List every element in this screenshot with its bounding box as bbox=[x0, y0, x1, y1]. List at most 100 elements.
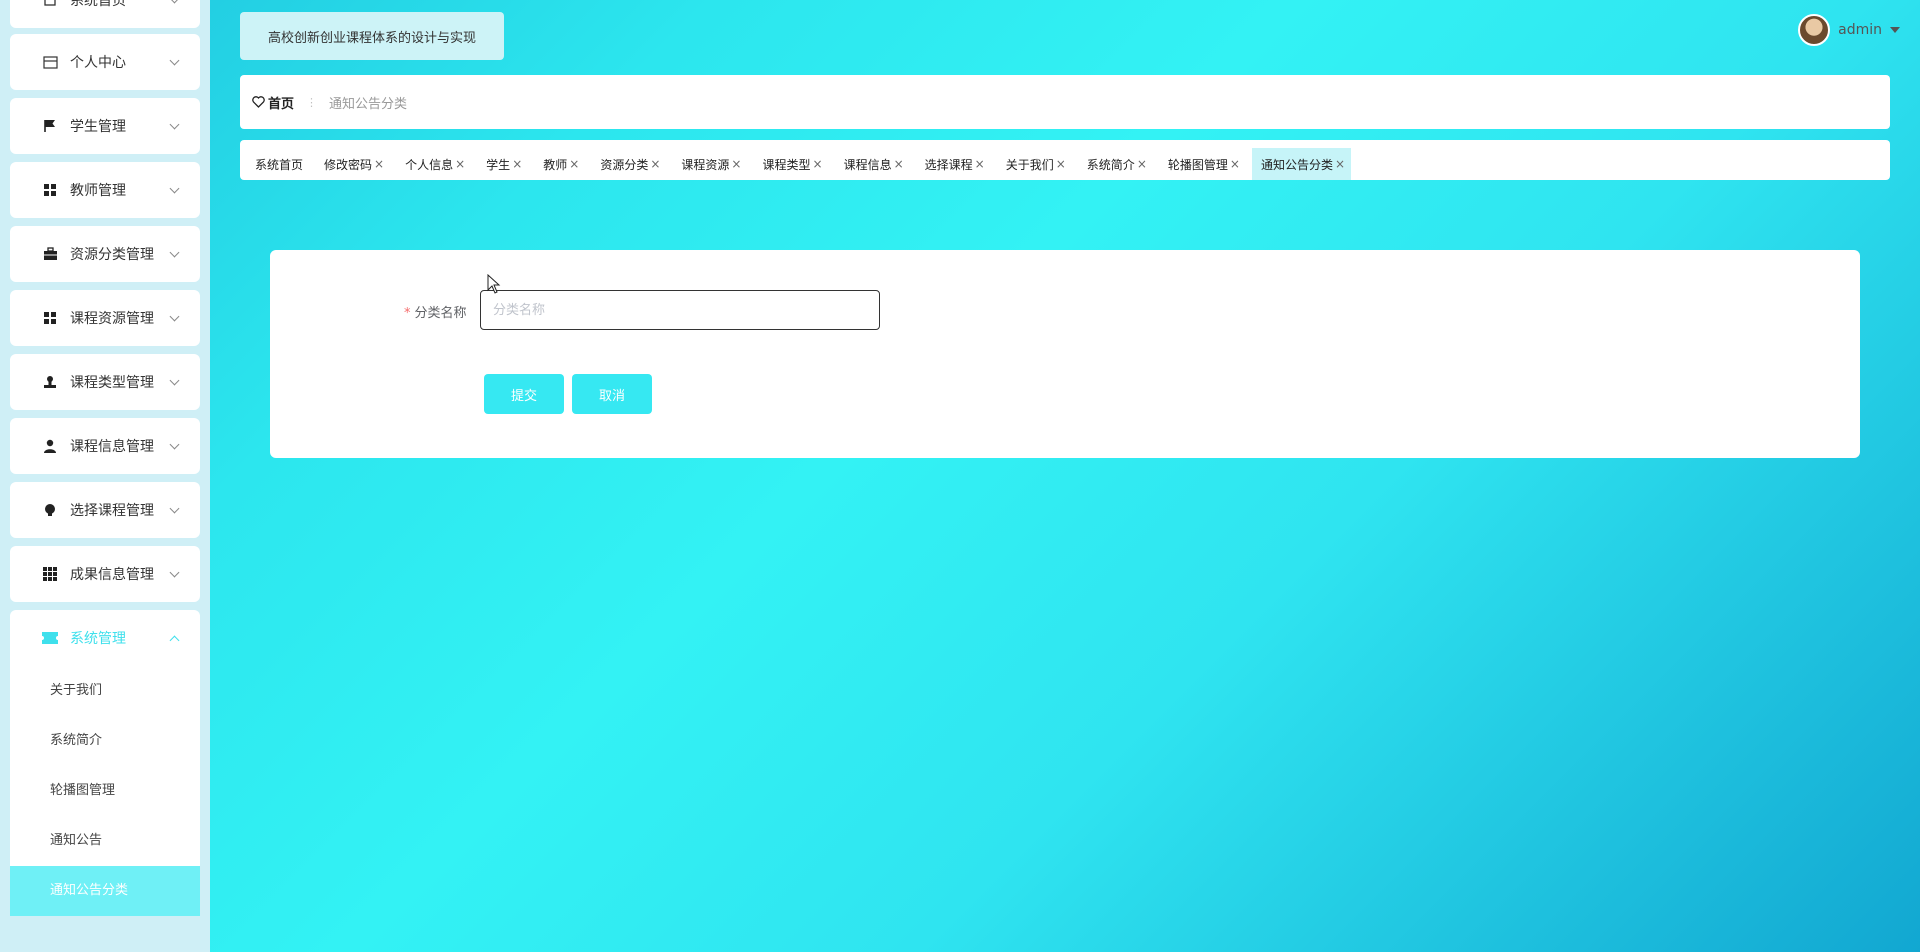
close-icon[interactable]: × bbox=[1335, 157, 1345, 171]
breadcrumb-separator: ⋮ bbox=[306, 95, 318, 109]
cancel-button[interactable]: 取消 bbox=[572, 374, 652, 414]
close-icon[interactable]: × bbox=[455, 157, 465, 171]
close-icon[interactable]: × bbox=[1137, 157, 1147, 171]
chevron-down-icon bbox=[169, 247, 180, 258]
tag-label[interactable]: 关于我们 bbox=[1006, 156, 1054, 173]
mouse-cursor-icon bbox=[487, 274, 501, 294]
tag-select-course[interactable]: 选择课程 × bbox=[916, 148, 991, 180]
tag-notice-category[interactable]: 通知公告分类 × bbox=[1251, 148, 1352, 180]
submenu-item-notice[interactable]: 通知公告 bbox=[10, 816, 200, 866]
form-card: *分类名称 提交 取消 bbox=[270, 250, 1860, 458]
sidebar-item-students[interactable]: 学生管理 bbox=[10, 98, 200, 154]
system-submenu: 关于我们 系统简介 轮播图管理 通知公告 通知公告分类 bbox=[10, 666, 200, 916]
chevron-down-icon bbox=[169, 55, 180, 66]
breadcrumb: 首页 ⋮ 通知公告分类 bbox=[240, 75, 1890, 129]
close-icon[interactable]: × bbox=[813, 157, 823, 171]
sidebar-item-label: 学生管理 bbox=[70, 119, 126, 135]
tag-label[interactable]: 学生 bbox=[486, 156, 510, 173]
close-icon[interactable]: × bbox=[374, 157, 384, 171]
sidebar-item-label: 系统管理 bbox=[70, 631, 126, 647]
tag-label[interactable]: 系统简介 bbox=[1087, 156, 1135, 173]
sidebar-item-course-resources[interactable]: 课程资源管理 bbox=[10, 290, 200, 346]
chevron-up-icon bbox=[169, 635, 180, 646]
sidebar-item-personal-center[interactable]: 个人中心 bbox=[10, 34, 200, 90]
tag-label[interactable]: 轮播图管理 bbox=[1168, 156, 1228, 173]
sidebar-item-course-types[interactable]: 课程类型管理 bbox=[10, 354, 200, 410]
chevron-down-icon bbox=[169, 311, 180, 322]
tag-label[interactable]: 个人信息 bbox=[405, 156, 453, 173]
tag-personal-info[interactable]: 个人信息 × bbox=[396, 148, 471, 180]
sidebar-item-label: 课程资源管理 bbox=[70, 311, 154, 327]
sidebar-item-course-selection[interactable]: 选择课程管理 bbox=[10, 482, 200, 538]
sidebar: 系统首页 个人中心 学生管理 教师管理 资源分类管理 课程资源管理 课程类型管理… bbox=[0, 0, 210, 952]
breadcrumb-home-label[interactable]: 首页 bbox=[268, 93, 294, 112]
chevron-down-icon bbox=[169, 0, 180, 4]
close-icon[interactable]: × bbox=[569, 157, 579, 171]
close-icon[interactable]: × bbox=[731, 157, 741, 171]
sidebar-item-achievements[interactable]: 成果信息管理 bbox=[10, 546, 200, 602]
avatar[interactable] bbox=[1798, 14, 1831, 46]
chevron-down-icon bbox=[169, 439, 180, 450]
category-name-label: * 分类名称 bbox=[404, 302, 467, 321]
sidebar-item-resource-category[interactable]: 资源分类管理 bbox=[10, 226, 200, 282]
tag-label[interactable]: 资源分类 bbox=[600, 156, 648, 173]
tag-label[interactable]: 教师 bbox=[543, 156, 567, 173]
sidebar-item-home[interactable]: 系统首页 bbox=[10, 0, 200, 28]
tag-label[interactable]: 选择课程 bbox=[925, 156, 973, 173]
heart-icon bbox=[252, 96, 265, 108]
submenu-item-about-us[interactable]: 关于我们 bbox=[10, 666, 200, 716]
tag-system-intro[interactable]: 系统简介 × bbox=[1078, 148, 1153, 180]
submenu-item-system-intro[interactable]: 系统简介 bbox=[10, 716, 200, 766]
tag-label[interactable]: 课程资源 bbox=[681, 156, 729, 173]
sidebar-item-teachers[interactable]: 教师管理 bbox=[10, 162, 200, 218]
sidebar-item-label: 课程信息管理 bbox=[70, 439, 154, 455]
chevron-down-icon bbox=[169, 503, 180, 514]
category-name-input[interactable] bbox=[480, 290, 880, 330]
submenu-item-notice-category[interactable]: 通知公告分类 bbox=[10, 866, 200, 916]
close-icon[interactable]: × bbox=[1056, 157, 1066, 171]
chevron-down-icon bbox=[169, 375, 180, 386]
tag-label[interactable]: 修改密码 bbox=[324, 156, 372, 173]
tag-about-us[interactable]: 关于我们 × bbox=[997, 148, 1072, 180]
tag-course-resource[interactable]: 课程资源 × bbox=[672, 148, 747, 180]
sidebar-item-label: 系统首页 bbox=[70, 0, 126, 9]
close-icon[interactable]: × bbox=[975, 157, 985, 171]
submenu-item-carousel[interactable]: 轮播图管理 bbox=[10, 766, 200, 816]
apps-icon bbox=[42, 566, 58, 582]
app-title: 高校创新创业课程体系的设计与实现 bbox=[240, 12, 504, 60]
close-icon[interactable]: × bbox=[512, 157, 522, 171]
username[interactable]: admin bbox=[1838, 22, 1882, 38]
close-icon[interactable]: × bbox=[894, 157, 904, 171]
breadcrumb-home[interactable]: 首页 bbox=[252, 93, 294, 112]
chevron-down-icon bbox=[169, 567, 180, 578]
category-name-label-text: 分类名称 bbox=[414, 306, 467, 321]
sidebar-item-label: 个人中心 bbox=[70, 55, 126, 71]
grid-icon bbox=[42, 182, 58, 198]
sidebar-item-label: 选择课程管理 bbox=[70, 503, 154, 519]
tag-label[interactable]: 课程信息 bbox=[844, 156, 892, 173]
chevron-down-icon bbox=[169, 183, 180, 194]
tag-resource-category[interactable]: 资源分类 × bbox=[591, 148, 666, 180]
submit-button[interactable]: 提交 bbox=[484, 374, 564, 414]
tag-label[interactable]: 课程类型 bbox=[762, 156, 810, 173]
user-icon bbox=[42, 438, 58, 454]
tags-bar: 系统首页 修改密码 × 个人信息 × 学生 × 教师 × 资源分类 × 课程资源 × 课程类… bbox=[240, 140, 1890, 180]
close-icon[interactable]: × bbox=[1230, 157, 1240, 171]
stamp-icon bbox=[42, 374, 58, 390]
tag-student[interactable]: 学生 × bbox=[477, 148, 528, 180]
tag-course-type[interactable]: 课程类型 × bbox=[753, 148, 828, 180]
sidebar-item-label: 成果信息管理 bbox=[70, 567, 154, 583]
tag-label[interactable]: 系统首页 bbox=[255, 156, 303, 173]
tag-change-password[interactable]: 修改密码 × bbox=[315, 148, 390, 180]
sidebar-item-course-info[interactable]: 课程信息管理 bbox=[10, 418, 200, 474]
tag-carousel[interactable]: 轮播图管理 × bbox=[1159, 148, 1246, 180]
sidebar-item-system[interactable]: 系统管理 bbox=[10, 610, 200, 666]
sidebar-item-label: 教师管理 bbox=[70, 183, 126, 199]
close-icon[interactable]: × bbox=[650, 157, 660, 171]
tag-course-info[interactable]: 课程信息 × bbox=[835, 148, 910, 180]
caret-down-icon[interactable] bbox=[1890, 27, 1900, 33]
tag-label[interactable]: 通知公告分类 bbox=[1261, 156, 1333, 173]
tag-teacher[interactable]: 教师 × bbox=[534, 148, 585, 180]
tag-system-home[interactable]: 系统首页 bbox=[246, 148, 309, 180]
user-menu[interactable]: admin bbox=[1798, 14, 1900, 46]
